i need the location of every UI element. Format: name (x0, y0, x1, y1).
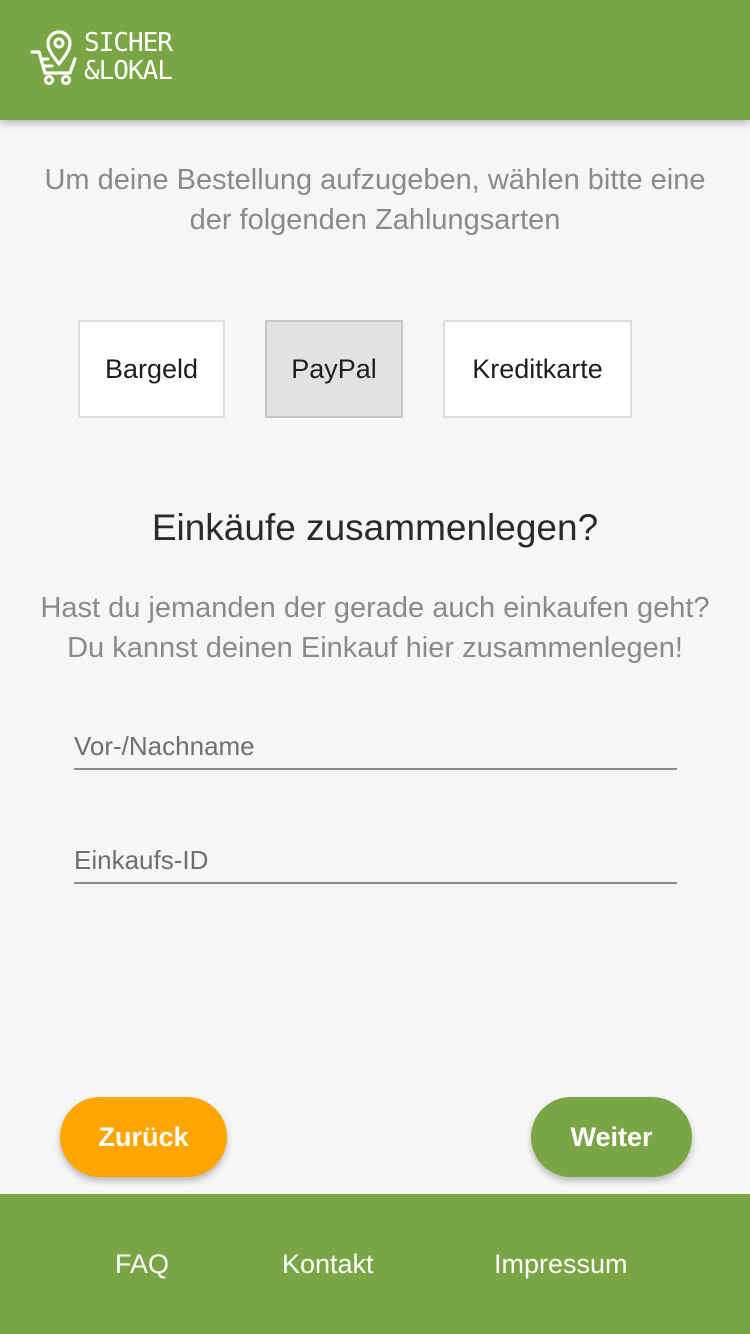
footer: FAQ Kontakt Impressum (0, 1194, 750, 1334)
logo-line-2: &LOKAL (84, 56, 173, 86)
logo-line-1: SICHER (84, 28, 173, 58)
logo-text: SICHER &LOKAL (84, 28, 173, 86)
name-input[interactable] (74, 724, 677, 770)
footer-link-faq[interactable]: FAQ (115, 1246, 169, 1282)
purchase-id-input[interactable] (74, 838, 677, 884)
back-button[interactable]: Zurück (60, 1097, 227, 1177)
logo[interactable]: SICHER &LOKAL (30, 28, 173, 86)
next-button[interactable]: Weiter (531, 1097, 692, 1177)
merge-description-line-1: Hast du jemanden der gerade auch einkauf… (40, 592, 710, 624)
merge-description-line-2: Du kannst deinen Einkauf hier zusammenle… (67, 632, 683, 664)
merge-purchases-title: Einkäufe zusammenlegen? (151, 507, 599, 548)
payment-option-kreditkarte[interactable]: Kreditkarte (443, 320, 632, 418)
payment-instructions: Um deine Bestellung aufzugeben, wählen b… (0, 160, 750, 240)
payment-option-bargeld[interactable]: Bargeld (78, 320, 225, 418)
footer-link-impressum[interactable]: Impressum (494, 1246, 628, 1282)
merge-purchases-description: Hast du jemanden der gerade auch einkauf… (0, 588, 750, 668)
payment-option-paypal[interactable]: PayPal (265, 320, 403, 418)
shopping-cart-location-pin-icon (30, 30, 77, 86)
page: SICHER &LOKAL Um deine Bestellung aufzug… (0, 0, 750, 1334)
payment-instructions-line-1: Um deine Bestellung aufzugeben, wählen b… (44, 164, 706, 196)
payment-instructions-line-2: der folgenden Zahlungsarten (189, 204, 561, 236)
footer-link-kontakt[interactable]: Kontakt (282, 1246, 374, 1282)
app-header: SICHER &LOKAL (0, 0, 750, 120)
